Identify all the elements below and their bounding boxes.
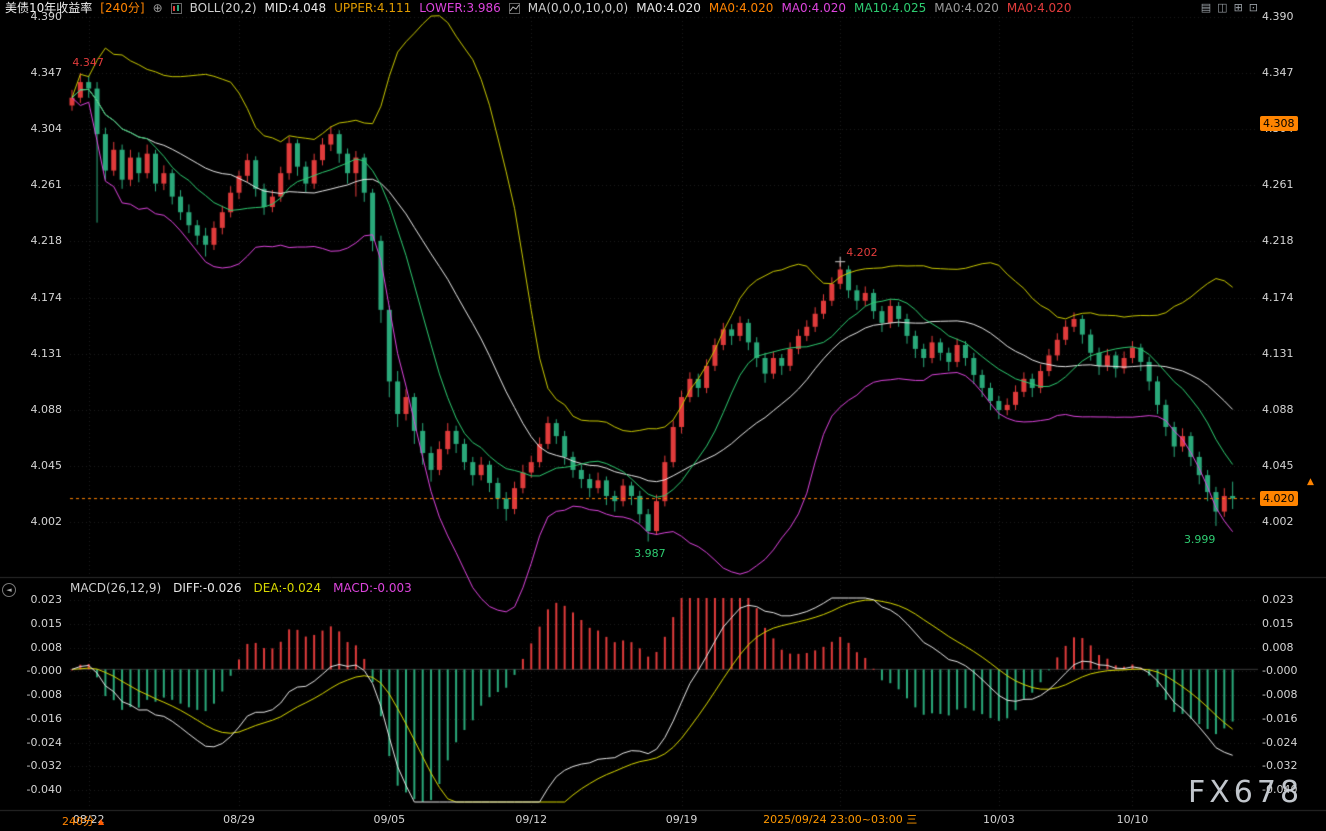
price-annotation: 3.987 (634, 547, 666, 560)
boll-indicator-icon[interactable] (171, 3, 182, 14)
price-axis-tick-right: 4.347 (1262, 66, 1294, 79)
price-axis-tick-right: 4.390 (1262, 10, 1294, 23)
date-axis-tick: 10/10 (1117, 813, 1149, 826)
ma-indicator-icon[interactable] (509, 3, 520, 14)
ma-value-1: MA0:4.020 (636, 1, 701, 15)
marker-price-badge: 4.308 (1260, 116, 1298, 131)
macd-axis-tick-right: 0.023 (1262, 593, 1294, 606)
macd-dea-value: DEA:-0.024 (254, 581, 322, 595)
macd-axis-tick-left: -0.000 (20, 664, 62, 677)
macd-axis-tick-right: -0.008 (1262, 688, 1297, 701)
ma-value-2: MA0:4.020 (709, 1, 774, 15)
price-axis-tick-left: 4.347 (26, 66, 62, 79)
price-axis-tick-right: 4.045 (1262, 459, 1294, 472)
macd-axis-tick-right: -0.024 (1262, 736, 1297, 749)
macd-axis-tick-right: 0.008 (1262, 641, 1294, 654)
price-axis-tick-left: 4.261 (26, 178, 62, 191)
boll-mid-value: MID:4.048 (265, 1, 327, 15)
macd-axis-tick-left: 0.023 (20, 593, 62, 606)
price-axis-tick-right: 4.218 (1262, 234, 1294, 247)
ma-value-5: MA0:4.020 (934, 1, 999, 15)
macd-hist-value: MACD:-0.003 (333, 581, 412, 595)
macd-axis-tick-left: -0.024 (20, 736, 62, 749)
macd-diff-value: DIFF:-0.026 (173, 581, 241, 595)
period-dropdown-arrow-icon: ▲ (98, 817, 104, 826)
last-price-badge: 4.020 (1260, 491, 1298, 506)
price-axis-tick-left: 4.304 (26, 122, 62, 135)
price-axis-tick-left: 4.045 (26, 459, 62, 472)
add-indicator-icon[interactable]: ⊕ (153, 1, 163, 15)
macd-axis-tick-left: -0.040 (20, 783, 62, 796)
ma-label[interactable]: MA(0,0,0,10,0,0) (528, 1, 628, 15)
chart-header: 美债10年收益率 [240分] ⊕ BOLL(20,2) MID:4.048 U… (5, 1, 1071, 15)
price-axis-tick-left: 4.002 (26, 515, 62, 528)
macd-axis-tick-right: -0.032 (1262, 759, 1297, 772)
macd-axis-tick-left: 0.015 (20, 617, 62, 630)
macd-axis-tick-right: 0.015 (1262, 617, 1294, 630)
date-axis-tick: 2025/09/24 23:00~03:00 三 (763, 813, 917, 826)
macd-axis-tick-right: -0.000 (1262, 664, 1297, 677)
period-tag[interactable]: [240分] (100, 1, 144, 15)
macd-axis-tick-left: -0.008 (20, 688, 62, 701)
macd-axis-tick-left: -0.016 (20, 712, 62, 725)
date-axis-tick: 08/29 (223, 813, 255, 826)
ma-value-6: MA0:4.020 (1007, 1, 1072, 15)
layout-single-icon[interactable]: ▤ (1201, 1, 1211, 14)
instrument-title: 美债10年收益率 (5, 1, 92, 15)
fx678-logo: FX678 (1188, 775, 1303, 810)
price-and-macd-chart-canvas[interactable] (0, 0, 1326, 831)
price-axis-tick-right: 4.131 (1262, 347, 1294, 360)
ma-value-4: MA10:4.025 (854, 1, 926, 15)
price-axis-tick-right: 4.088 (1262, 403, 1294, 416)
date-axis-tick: 09/19 (666, 813, 698, 826)
price-annotation: 4.347 (72, 56, 104, 69)
price-annotation: 4.202 (846, 246, 878, 259)
date-axis-tick: 09/12 (515, 813, 547, 826)
macd-panel-toggle-icon[interactable]: ◄ (2, 583, 16, 597)
price-axis-tick-left: 4.174 (26, 291, 62, 304)
macd-axis-tick-left: -0.032 (20, 759, 62, 772)
price-axis-tick-right: 4.002 (1262, 515, 1294, 528)
macd-axis-tick-left: 0.008 (20, 641, 62, 654)
price-axis-tick-right: 4.261 (1262, 178, 1294, 191)
chart-application: 美债10年收益率 [240分] ⊕ BOLL(20,2) MID:4.048 U… (0, 0, 1326, 831)
price-axis-tick-left: 4.088 (26, 403, 62, 416)
price-axis-tick-right: 4.174 (1262, 291, 1294, 304)
price-axis-tick-left: 4.131 (26, 347, 62, 360)
date-axis-tick: 09/05 (373, 813, 405, 826)
boll-lower-value: LOWER:3.986 (419, 1, 501, 15)
price-axis-tick-left: 4.218 (26, 234, 62, 247)
latest-price-arrow-icon[interactable]: ▲ (1307, 477, 1314, 487)
ma-value-3: MA0:4.020 (781, 1, 846, 15)
price-annotation: 3.999 (1184, 533, 1216, 546)
boll-label[interactable]: BOLL(20,2) (190, 1, 257, 15)
macd-axis-tick-right: -0.016 (1262, 712, 1297, 725)
layout-quad-icon[interactable]: ⊡ (1249, 1, 1258, 14)
period-selector-label: 240分 (62, 813, 94, 829)
macd-label[interactable]: MACD(26,12,9) (70, 581, 161, 595)
macd-legend: MACD(26,12,9) DIFF:-0.026 DEA:-0.024 MAC… (70, 581, 412, 595)
window-layout-toolbar: ▤ ◫ ⊞ ⊡ (1201, 1, 1258, 14)
layout-split-icon[interactable]: ◫ (1217, 1, 1227, 14)
date-axis-tick: 10/03 (983, 813, 1015, 826)
period-selector[interactable]: 240分 ▲ (62, 813, 104, 829)
layout-grid-icon[interactable]: ⊞ (1234, 1, 1243, 14)
boll-upper-value: UPPER:4.111 (334, 1, 411, 15)
